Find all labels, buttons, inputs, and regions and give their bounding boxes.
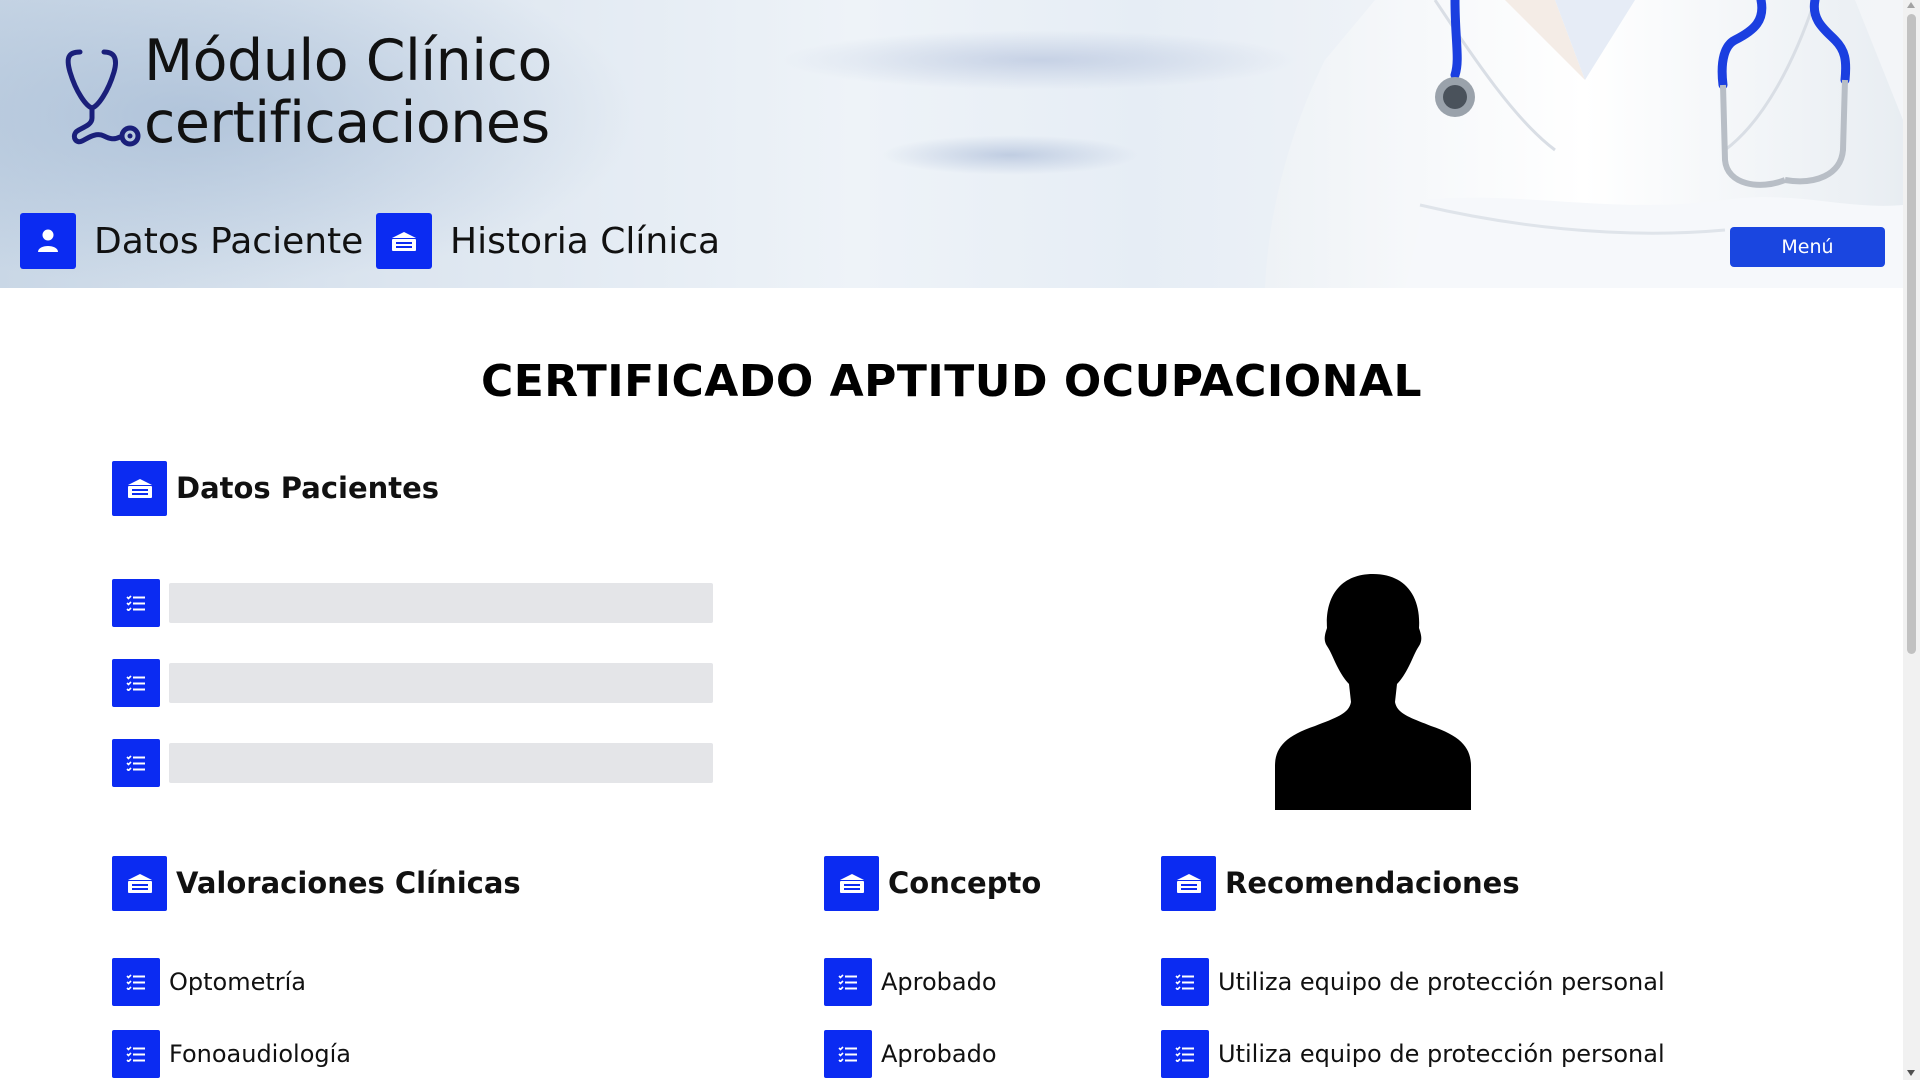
banner-background-blur [780, 30, 1300, 90]
id-card-icon [376, 213, 432, 269]
section-heading: Datos Pacientes [176, 471, 440, 505]
recomendacion-label: Utiliza equipo de protección personal [1218, 1040, 1665, 1068]
checklist-icon [1161, 1030, 1209, 1078]
id-card-icon [112, 460, 167, 516]
patient-field-row [112, 579, 713, 627]
valoracion-label: Fonoaudiología [169, 1040, 351, 1068]
checklist-icon [112, 659, 160, 707]
nav-label: Historia Clínica [450, 220, 721, 262]
checklist-icon [112, 739, 160, 787]
concepto-item: Aprobado [824, 1030, 997, 1078]
section-heading: Valoraciones Clínicas [176, 866, 521, 900]
recomendacion-item: Utiliza equipo de protección personal [1161, 958, 1665, 1006]
checklist-icon [824, 1030, 872, 1078]
patient-field-row [112, 659, 713, 707]
section-concepto: Concepto [824, 855, 1041, 911]
id-card-icon [824, 855, 879, 911]
vertical-scrollbar[interactable] [1903, 0, 1920, 1080]
app-title: Módulo Clínico certificaciones [144, 30, 552, 154]
nav-datos-paciente[interactable]: Datos Paciente [20, 213, 363, 269]
section-datos-pacientes: Datos Pacientes [112, 460, 439, 516]
avatar-silhouette [1275, 574, 1471, 810]
checklist-icon [112, 579, 160, 627]
valoracion-label: Optometría [169, 968, 307, 996]
checklist-icon [112, 958, 160, 1006]
checklist-icon [824, 958, 872, 1006]
checklist-icon [112, 1030, 160, 1078]
section-recomendaciones: Recomendaciones [1161, 855, 1520, 911]
valoracion-item: Fonoaudiología [112, 1030, 351, 1078]
section-valoraciones-clinicas: Valoraciones Clínicas [112, 855, 521, 911]
app-title-line: certificaciones [144, 90, 550, 156]
scrollbar-thumb[interactable] [1907, 14, 1916, 654]
header-banner: Módulo Clínico certificaciones Datos Pac… [0, 0, 1903, 288]
patient-field-input[interactable] [169, 743, 713, 783]
patient-field-input[interactable] [169, 583, 713, 623]
app-title-line: Módulo Clínico [144, 28, 552, 94]
scroll-down-arrow-icon[interactable] [1907, 1070, 1915, 1076]
id-card-icon [1161, 855, 1216, 911]
section-heading: Recomendaciones [1225, 866, 1520, 900]
concepto-label: Aprobado [881, 968, 997, 996]
nav-label: Datos Paciente [94, 220, 364, 262]
scroll-up-arrow-icon[interactable] [1907, 2, 1915, 8]
valoracion-item: Optometría [112, 958, 306, 1006]
id-card-icon [112, 855, 167, 911]
nav-historia-clinica[interactable]: Historia Clínica [376, 213, 720, 269]
concepto-label: Aprobado [881, 1040, 997, 1068]
patient-field-input[interactable] [169, 663, 713, 703]
banner-background-blur [880, 135, 1140, 175]
section-heading: Concepto [888, 866, 1042, 900]
user-icon [20, 213, 76, 269]
stethoscope-logo-icon [65, 49, 141, 147]
page-title: CERTIFICADO APTITUD OCUPACIONAL [480, 356, 1423, 407]
recomendacion-label: Utiliza equipo de protección personal [1218, 968, 1665, 996]
recomendacion-item: Utiliza equipo de protección personal [1161, 1030, 1665, 1078]
menu-button[interactable]: Menú [1730, 227, 1885, 267]
patient-field-row [112, 739, 713, 787]
checklist-icon [1161, 958, 1209, 1006]
concepto-item: Aprobado [824, 958, 997, 1006]
